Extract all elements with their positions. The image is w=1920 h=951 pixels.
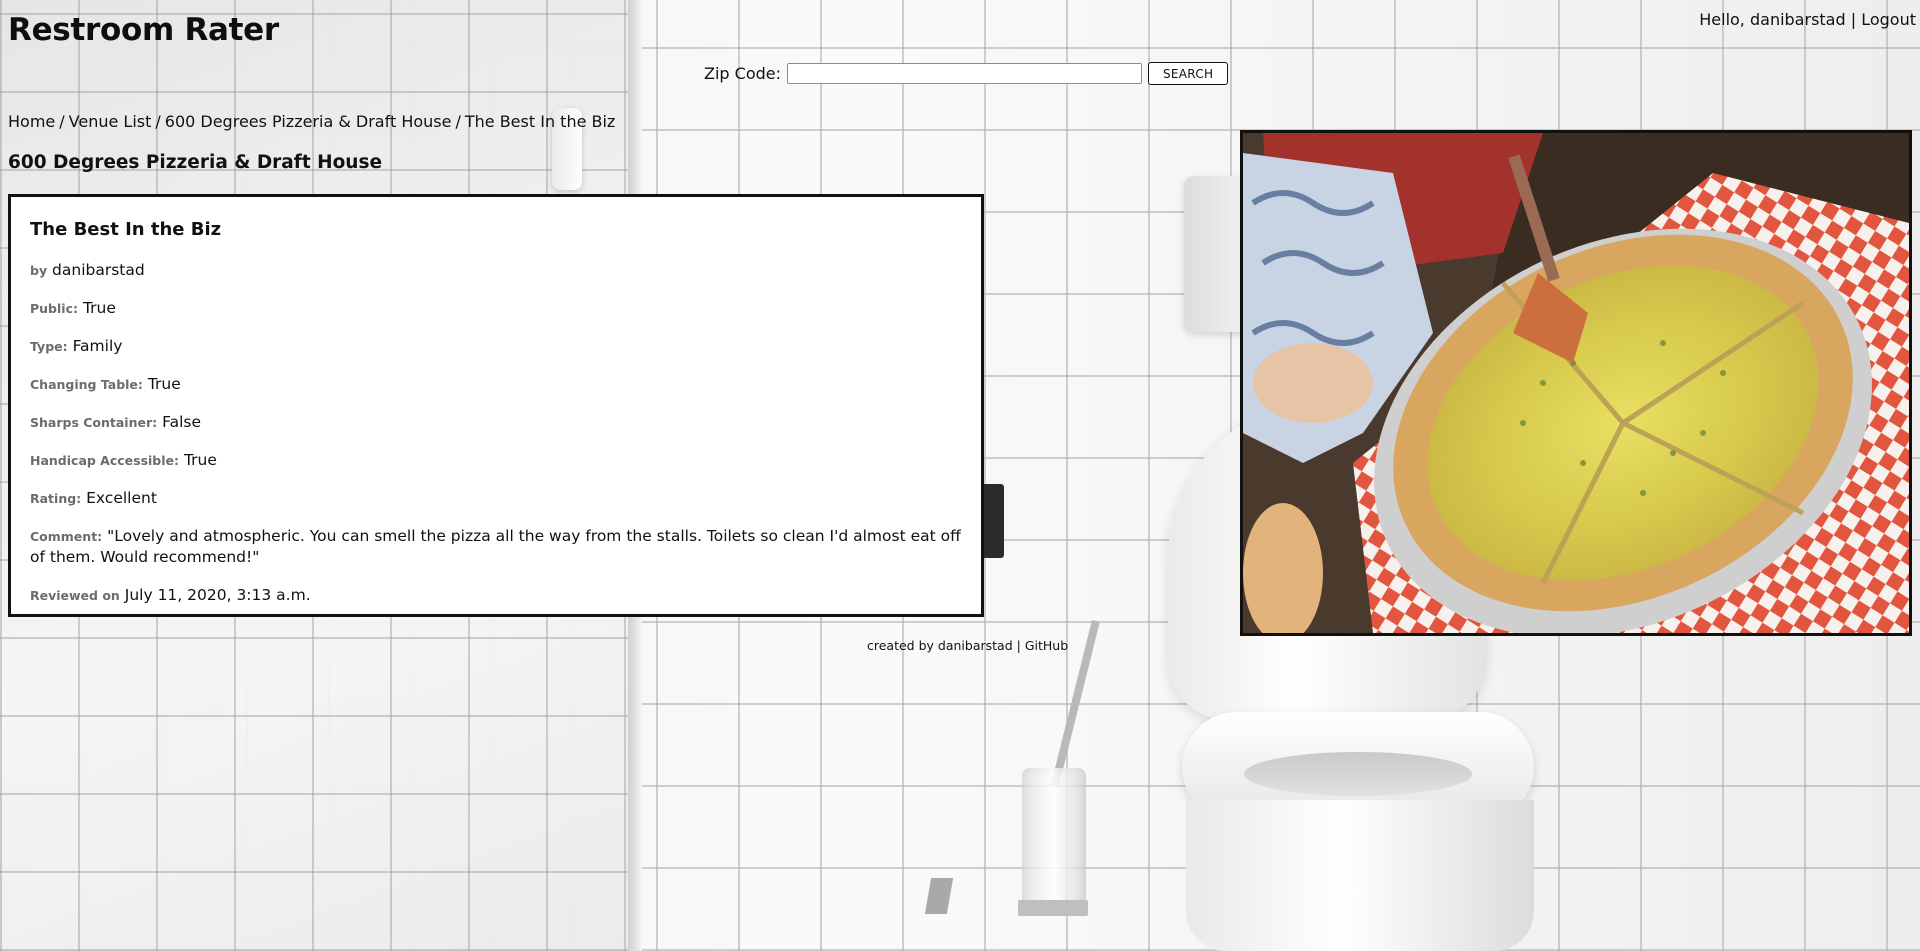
breadcrumb-venue-list[interactable]: Venue List — [69, 112, 152, 131]
github-link[interactable]: GitHub — [1025, 638, 1068, 653]
breadcrumb-separator: / — [155, 112, 161, 131]
field-public: Public: True — [30, 298, 981, 319]
review-card: The Best In the Biz by danibarstad Publi… — [8, 194, 984, 617]
field-type: Type: Family — [30, 336, 981, 357]
breadcrumb: Home / Venue List/600 Degrees Pizzeria & D… — [8, 112, 615, 131]
rating-value: Excellent — [86, 489, 157, 507]
sharps-container-value: False — [162, 413, 201, 431]
logout-link[interactable]: Logout — [1861, 10, 1916, 29]
handicap-accessible-label: Handicap Accessible: — [30, 453, 180, 468]
field-sharps-container: Sharps Container: False — [30, 412, 981, 433]
floor-item — [924, 878, 954, 914]
footer-separator: | — [1016, 638, 1021, 653]
public-value: True — [82, 299, 116, 317]
venue-name: 600 Degrees Pizzeria & Draft House — [8, 152, 383, 173]
sharps-container-label: Sharps Container: — [30, 415, 158, 430]
type-label: Type: — [30, 339, 68, 354]
comment-label: Comment: — [30, 529, 103, 544]
toilet-brush-base — [1018, 900, 1088, 916]
breadcrumb-home[interactable]: Home — [8, 112, 55, 131]
field-changing-table: Changing Table: True — [30, 374, 981, 395]
review-title: The Best In the Biz — [30, 219, 222, 240]
nav-separator: | — [1850, 10, 1857, 29]
breadcrumb-current: The Best In the Biz — [464, 112, 616, 131]
author-label: by — [30, 263, 48, 278]
zip-search-form: Zip Code: SEARCH — [704, 62, 1229, 85]
user-greeting: Hello, danibarstad — [1699, 10, 1846, 29]
breadcrumb-separator: / — [59, 112, 65, 131]
changing-table-label: Changing Table: — [30, 377, 143, 392]
toilet-base — [1186, 800, 1534, 951]
pizza-photo-illustration — [1243, 133, 1909, 633]
footer-credit: created by danibarstad — [867, 638, 1013, 653]
venue-photo — [1240, 130, 1912, 636]
breadcrumb-separator: / — [455, 112, 461, 131]
site-title[interactable]: Restroom Rater — [8, 12, 279, 48]
toilet-bowl — [1244, 752, 1472, 796]
field-comment: Comment: "Lovely and atmospheric. You ca… — [30, 526, 980, 568]
field-rating: Rating: Excellent — [30, 488, 981, 509]
comment-value: "Lovely and atmospheric. You can smell t… — [30, 527, 961, 566]
public-label: Public: — [30, 301, 78, 316]
type-value: Family — [72, 337, 123, 355]
toilet-brush-holder — [1022, 768, 1086, 908]
zip-code-label: Zip Code: — [704, 64, 781, 83]
handicap-accessible-value: True — [183, 451, 217, 469]
footer: created by danibarstad | GitHub — [867, 638, 1068, 653]
changing-table-value: True — [147, 375, 181, 393]
author-value: danibarstad — [52, 261, 145, 279]
rating-label: Rating: — [30, 491, 82, 506]
reviewed-on-value: July 11, 2020, 3:13 a.m. — [124, 586, 311, 604]
field-reviewed-on: Reviewed on July 11, 2020, 3:13 a.m. — [30, 585, 981, 606]
breadcrumb-venue[interactable]: 600 Degrees Pizzeria & Draft House — [165, 112, 452, 131]
field-handicap-accessible: Handicap Accessible: True — [30, 450, 981, 471]
review-author: by danibarstad — [30, 260, 981, 281]
reviewed-on-label: Reviewed on — [30, 588, 120, 603]
user-nav: Hello, danibarstad | Logout — [1699, 10, 1916, 29]
zip-code-input[interactable] — [787, 63, 1142, 84]
search-button[interactable]: SEARCH — [1148, 62, 1229, 85]
